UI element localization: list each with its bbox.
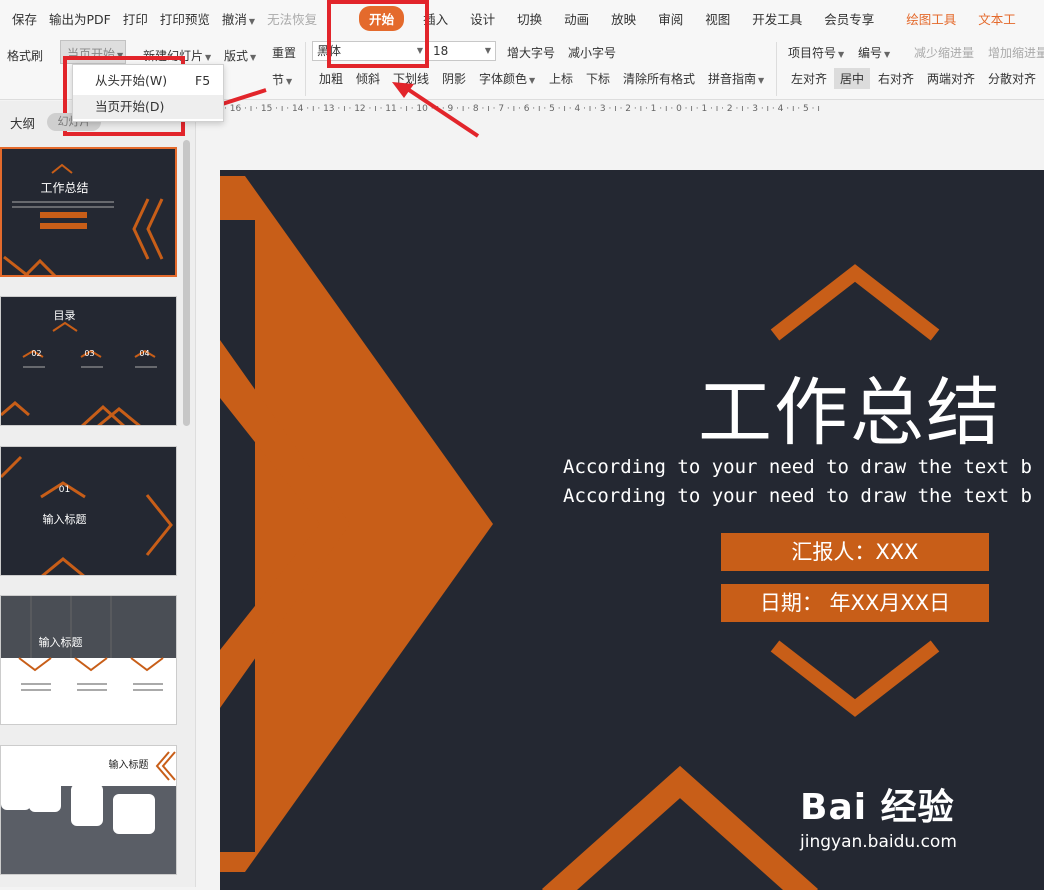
slide-thumbnail-2[interactable]: 目录 02 03 04 — [0, 296, 177, 426]
superscript-button[interactable]: 上标 — [549, 70, 573, 87]
baidu-watermark: Bai 经验 jingyan.baidu.com — [800, 778, 957, 852]
decrease-indent-button[interactable]: 减少缩进量 — [914, 44, 974, 61]
layout-label: 版式 — [224, 49, 249, 63]
print-preview-menu[interactable]: 打印预览 — [154, 9, 216, 28]
distributed-button[interactable]: 分散对齐 — [988, 70, 1036, 87]
date-label: 日期： 年XX月XX日 — [721, 584, 989, 622]
chevron-down-icon: ▼ — [884, 50, 891, 59]
chevron-down-icon: ▼ — [205, 53, 212, 62]
reporter-label: 汇报人：XXX — [721, 533, 989, 571]
tab-transition[interactable]: 切换 — [506, 9, 553, 28]
section-label: 节 — [272, 73, 285, 87]
thumb-3-num: 01 — [58, 485, 71, 495]
menu-item-from-current[interactable]: 当页开始(D) — [73, 95, 223, 119]
font-size-value: 18 — [433, 44, 449, 58]
slide-subtitle-2: According to your need to draw the text … — [563, 485, 1032, 507]
numbering-button[interactable]: 编号 ▼ — [858, 44, 890, 61]
font-size-select[interactable]: 18 ▼ — [428, 41, 496, 61]
shortcut-label: F5 — [195, 73, 211, 88]
thumb-4-title: 输入标题 — [38, 636, 83, 649]
pinyin-label: 拼音指南 — [708, 72, 757, 86]
bold-button[interactable]: 加粗 — [319, 70, 343, 87]
undo-label: 撤消 — [221, 11, 247, 27]
watermark-url: jingyan.baidu.com — [800, 832, 957, 852]
shadow-button[interactable]: 阴影 — [442, 70, 466, 87]
tab-text-tools[interactable]: 文本工 — [967, 9, 1027, 28]
from-current-menu-label: 当页开始(D) — [95, 99, 165, 114]
menu-item-from-beginning[interactable]: 从头开始(W) F5 — [73, 69, 223, 93]
thumb-decor — [18, 596, 164, 691]
chevron-down-icon: ▼ — [758, 76, 765, 85]
tab-review[interactable]: 审阅 — [647, 9, 694, 28]
font-color-label: 字体颜色 — [479, 72, 528, 86]
slideshow-dropdown: 从头开始(W) F5 当页开始(D) — [72, 64, 224, 122]
align-center-button[interactable]: 居中 — [834, 68, 871, 89]
decrease-font-button[interactable]: 减小字号 — [568, 44, 616, 61]
export-pdf-menu[interactable]: 输出为PDF — [43, 9, 117, 28]
underline-button[interactable]: 下划线 — [393, 70, 429, 87]
italic-button[interactable]: 倾斜 — [356, 70, 380, 87]
chevron-down-icon: ▼ — [484, 46, 491, 55]
chevron-down-icon: ▼ — [529, 76, 536, 85]
chevron-down-icon: ▼ — [838, 50, 845, 59]
redo-menu[interactable]: 无法恢复 — [261, 9, 323, 28]
slide-thumbnail-4[interactable]: 输入标题 — [0, 595, 177, 725]
pinyin-button[interactable]: 拼音指南 ▼ — [708, 70, 764, 87]
panel-scrollbar[interactable] — [183, 140, 190, 426]
format-painter-button[interactable]: 格式刷 — [7, 47, 43, 64]
tab-slideshow[interactable]: 放映 — [600, 9, 647, 28]
thumb-1-title: 工作总结 — [40, 181, 89, 195]
align-right-button[interactable]: 右对齐 — [878, 70, 914, 87]
outline-tab[interactable]: 大纲 — [10, 113, 35, 132]
thumb-3-title: 输入标题 — [42, 513, 87, 526]
justify-button[interactable]: 两端对齐 — [927, 70, 975, 87]
ruler-labels: · 16 · ı · 15 · ı · 14 · ı · 13 · ı · 12… — [224, 104, 820, 114]
clear-format-button[interactable]: 清除所有格式 — [623, 70, 695, 87]
tab-design[interactable]: 设计 — [459, 9, 506, 28]
slide-thumbnail-1[interactable]: 工作总结 — [0, 147, 177, 277]
slide-thumbnail-3[interactable]: 01 输入标题 — [0, 446, 177, 576]
section-button[interactable]: 节 ▼ — [272, 71, 292, 88]
slide-thumbnail-5[interactable]: 输入标题 — [0, 745, 177, 875]
thumb-5-title: 输入标题 — [108, 760, 149, 771]
tab-developer[interactable]: 开发工具 — [741, 9, 813, 28]
thumb-decor — [3, 163, 164, 275]
thumb-2-title: 目录 — [53, 309, 76, 322]
tab-member[interactable]: 会员专享 — [813, 9, 885, 28]
highlight-box-home-tab — [327, 0, 429, 68]
chevron-down-icon: ▼ — [286, 77, 293, 86]
divider — [776, 42, 777, 96]
slide-title: 工作总结 — [698, 370, 1002, 456]
increase-indent-button[interactable]: 增加缩进量 — [988, 44, 1044, 61]
from-beginning-label: 从头开始(W) — [95, 73, 168, 88]
tab-animation[interactable]: 动画 — [553, 9, 600, 28]
font-color-button[interactable]: 字体颜色 ▼ — [479, 70, 535, 87]
tab-drawing-tools[interactable]: 绘图工具 — [895, 9, 967, 28]
ruler: · 16 · ı · 15 · ı · 14 · ı · 13 · ı · 12… — [224, 104, 1044, 118]
reset-button[interactable]: 重置 — [272, 44, 296, 61]
tab-view[interactable]: 视图 — [694, 9, 741, 28]
thumb-2-num-3: 04 — [139, 349, 150, 358]
bullets-label: 项目符号 — [788, 46, 837, 60]
bullets-button[interactable]: 项目符号 ▼ — [788, 44, 844, 61]
undo-menu[interactable]: 撤消 ▼ — [216, 9, 261, 28]
menu-bar: 保存 输出为PDF 打印 打印预览 撤消 ▼ 无法恢复 开始 插入 设计 切换 动… — [0, 0, 1044, 36]
save-menu[interactable]: 保存 — [6, 9, 43, 28]
chevron-down-icon: ▼ — [250, 53, 257, 62]
divider — [305, 42, 306, 96]
chevron-down-icon: ▼ — [248, 16, 256, 26]
increase-font-button[interactable]: 增大字号 — [507, 44, 555, 61]
subscript-button[interactable]: 下标 — [586, 70, 610, 87]
print-menu[interactable]: 打印 — [117, 9, 154, 28]
align-left-button[interactable]: 左对齐 — [791, 70, 827, 87]
layout-button[interactable]: 版式 ▼ — [224, 47, 256, 64]
slide-subtitle-1: According to your need to draw the text … — [563, 456, 1032, 478]
watermark-brand: Bai 经验 — [800, 787, 955, 828]
numbering-label: 编号 — [858, 46, 883, 60]
